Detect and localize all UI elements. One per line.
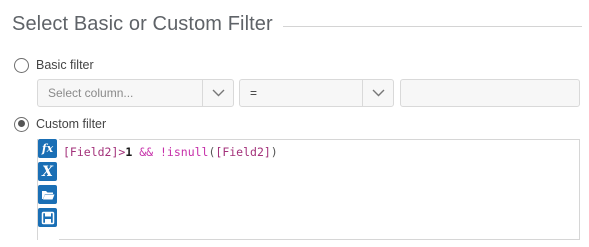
save-icon <box>41 211 54 224</box>
section-title: Select Basic or Custom Filter <box>12 12 273 35</box>
custom-filter-option[interactable]: Custom filter <box>14 115 106 133</box>
column-select[interactable]: Select column... <box>37 79 234 107</box>
column-select-placeholder: Select column... <box>48 86 134 100</box>
chevron-down-icon <box>212 89 224 97</box>
expression-token: [Field2] <box>63 145 119 159</box>
variable-icon: X <box>42 163 53 180</box>
filter-value-input[interactable] <box>400 79 580 107</box>
section-divider <box>282 25 582 27</box>
expression-token: [Field2] <box>215 145 271 159</box>
chevron-down-icon <box>372 89 384 97</box>
save-button[interactable] <box>38 208 57 227</box>
expression-editor[interactable]: [Field2]>1 && !isnull([Field2]) <box>59 139 580 240</box>
section-header: Select Basic or Custom Filter <box>12 10 582 38</box>
open-button[interactable] <box>38 185 57 204</box>
open-folder-icon <box>41 190 54 199</box>
variable-button[interactable]: X <box>38 162 57 181</box>
function-button[interactable]: fx <box>38 139 57 158</box>
expression-token: ) <box>270 145 278 159</box>
function-icon: fx <box>41 142 54 155</box>
operator-select-value: = <box>250 86 258 100</box>
operator-dropdown-button[interactable] <box>362 80 393 106</box>
operator-select[interactable]: = <box>239 79 394 107</box>
expression-token: && <box>139 145 154 159</box>
editor-toolbar: fx X <box>38 139 58 231</box>
custom-filter-label: Custom filter <box>36 117 107 131</box>
column-dropdown-button[interactable] <box>202 80 233 106</box>
expression-token: !isnull <box>160 145 209 159</box>
basic-filter-label: Basic filter <box>36 58 94 72</box>
custom-filter-radio[interactable] <box>14 116 29 132</box>
basic-filter-option[interactable]: Basic filter <box>14 56 94 74</box>
basic-filter-radio[interactable] <box>14 57 29 73</box>
expression-code[interactable]: [Field2]>1 && !isnull([Field2]) <box>63 145 278 159</box>
expression-token <box>153 145 160 159</box>
